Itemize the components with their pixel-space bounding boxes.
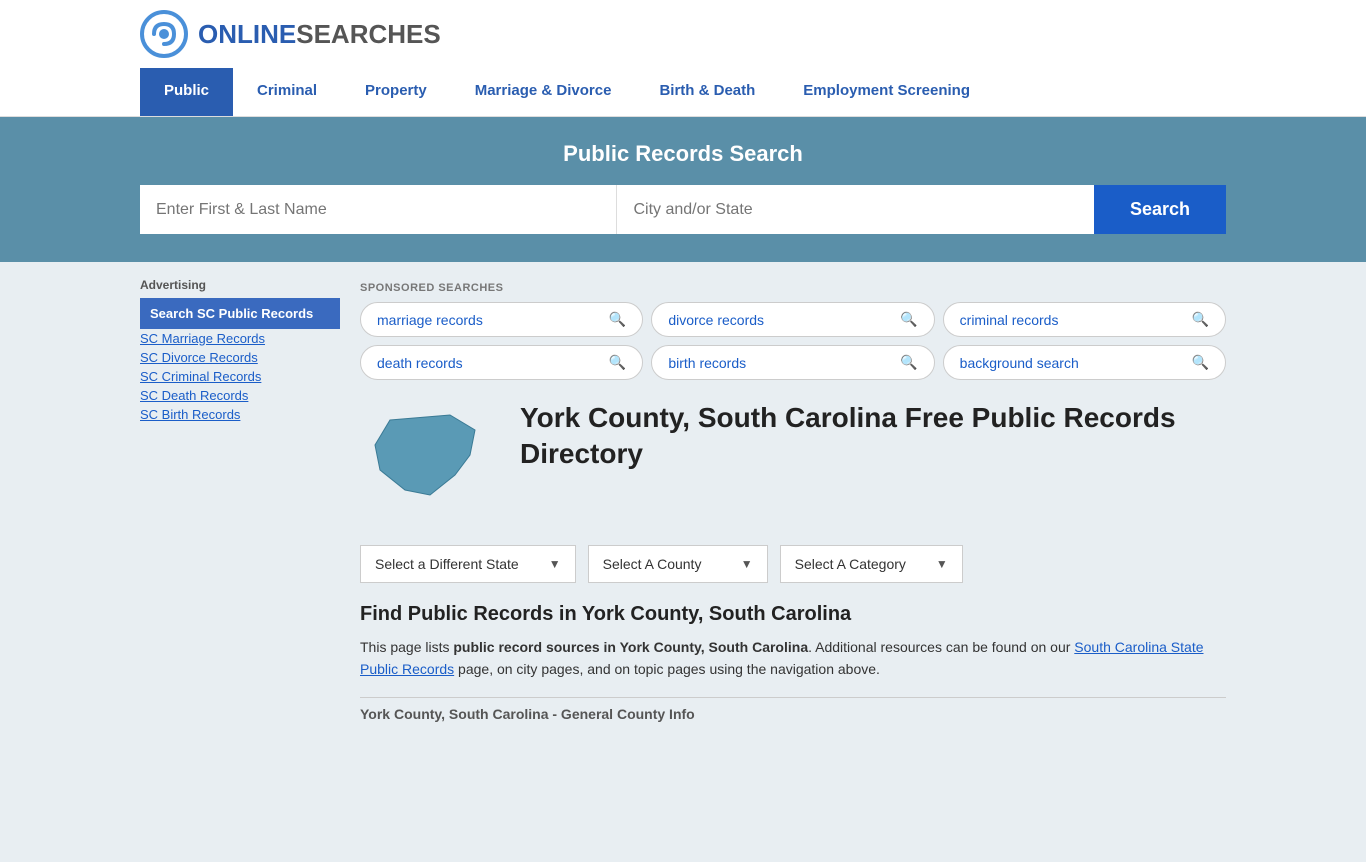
search-icon-divorce: 🔍 [900,311,917,328]
sidebar-link-marriage[interactable]: SC Marriage Records [140,331,340,346]
state-selector-label: Select a Different State [375,556,519,572]
tag-marriage-label: marriage records [377,312,483,328]
nav-employment[interactable]: Employment Screening [779,68,994,116]
sc-map-svg [360,400,490,520]
find-text-middle: . Additional resources can be found on o… [808,639,1074,655]
county-selector[interactable]: Select A County ▼ [588,545,768,583]
hero-title: Public Records Search [140,141,1226,167]
state-selector[interactable]: Select a Different State ▼ [360,545,576,583]
directory-section: York County, South Carolina Free Public … [360,400,1226,525]
header: ONLINESEARCHES [0,0,1366,68]
tag-criminal-records[interactable]: criminal records 🔍 [943,302,1226,337]
content-area: SPONSORED SEARCHES marriage records 🔍 di… [360,278,1226,832]
tag-marriage-records[interactable]: marriage records 🔍 [360,302,643,337]
sponsored-label: SPONSORED SEARCHES [360,282,1226,294]
search-icon-birth: 🔍 [900,354,917,371]
directory-title-wrapper: York County, South Carolina Free Public … [520,400,1226,473]
nav-birth-death[interactable]: Birth & Death [635,68,779,116]
tag-divorce-records[interactable]: divorce records 🔍 [651,302,934,337]
tag-death-label: death records [377,355,463,371]
sponsored-tags: marriage records 🔍 divorce records 🔍 cri… [360,302,1226,380]
main-content: Advertising Search SC Public Records SC … [0,262,1366,862]
search-name-input[interactable] [140,185,616,234]
tag-criminal-label: criminal records [960,312,1059,328]
county-dropdown-arrow: ▼ [741,557,753,571]
category-dropdown-arrow: ▼ [936,557,948,571]
directory-title: York County, South Carolina Free Public … [520,400,1226,473]
sidebar-link-birth[interactable]: SC Birth Records [140,407,340,422]
tag-background-label: background search [960,355,1079,371]
logo-text: ONLINESEARCHES [198,19,441,50]
section-divider [360,697,1226,698]
sidebar-link-divorce[interactable]: SC Divorce Records [140,350,340,365]
sidebar-link-death[interactable]: SC Death Records [140,388,340,403]
nav-criminal[interactable]: Criminal [233,68,341,116]
logo: ONLINESEARCHES [140,10,441,58]
search-button[interactable]: Search [1094,185,1226,234]
main-nav: Public Criminal Property Marriage & Divo… [0,68,1366,117]
sidebar-link-criminal[interactable]: SC Criminal Records [140,369,340,384]
section-footer-label: York County, South Carolina - General Co… [360,706,1226,722]
sidebar: Advertising Search SC Public Records SC … [140,278,340,832]
find-text: This page lists public record sources in… [360,636,1226,681]
tag-divorce-label: divorce records [668,312,764,328]
selectors-row: Select a Different State ▼ Select A Coun… [360,545,1226,583]
category-selector[interactable]: Select A Category ▼ [780,545,963,583]
state-dropdown-arrow: ▼ [549,557,561,571]
tag-birth-records[interactable]: birth records 🔍 [651,345,934,380]
search-icon-criminal: 🔍 [1192,311,1209,328]
sidebar-ad-item[interactable]: Search SC Public Records [140,298,340,329]
search-icon-marriage: 🔍 [609,311,626,328]
search-icon-death: 🔍 [609,354,626,371]
category-selector-label: Select A Category [795,556,906,572]
hero-section: Public Records Search Search [0,117,1366,262]
search-icon-background: 🔍 [1192,354,1209,371]
county-selector-label: Select A County [603,556,702,572]
logo-icon [140,10,188,58]
nav-public[interactable]: Public [140,68,233,116]
tag-death-records[interactable]: death records 🔍 [360,345,643,380]
search-location-input[interactable] [616,185,1093,234]
sidebar-ad-label: Advertising [140,278,340,292]
nav-property[interactable]: Property [341,68,451,116]
nav-marriage-divorce[interactable]: Marriage & Divorce [451,68,636,116]
find-title: Find Public Records in York County, Sout… [360,603,1226,626]
find-text-bold: public record sources in York County, So… [453,639,808,655]
find-text-before: This page lists [360,639,453,655]
find-text-after: page, on city pages, and on topic pages … [454,661,880,677]
tag-background-search[interactable]: background search 🔍 [943,345,1226,380]
tag-birth-label: birth records [668,355,746,371]
state-map [360,400,500,525]
search-row: Search [140,185,1226,234]
